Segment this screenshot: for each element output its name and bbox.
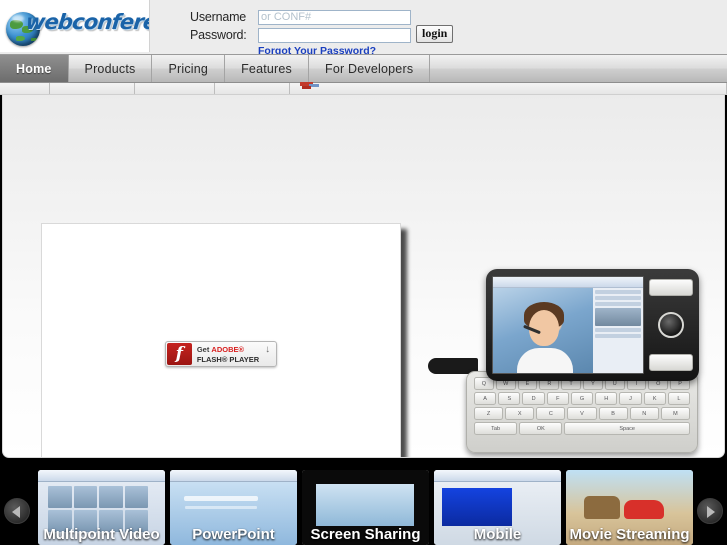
logo-wrap: webconference.com — [4, 4, 150, 48]
key: L — [667, 392, 690, 405]
keyboard-row-3: Z X C V B N M — [474, 407, 690, 420]
nav-item-for-developers[interactable]: For Developers — [309, 55, 431, 82]
carousel-caption: Mobile — [473, 526, 522, 543]
nav-item-features[interactable]: Features — [225, 55, 310, 82]
key: K — [643, 392, 666, 405]
key: N — [629, 407, 659, 420]
password-input[interactable] — [258, 27, 411, 43]
nav-item-home[interactable]: Home — [0, 55, 69, 82]
main-content-panel: Get ADOBE® FLASH® PLAYER ↓ Q W E R T Y U… — [2, 92, 725, 458]
secondary-nav-strip — [0, 83, 727, 95]
small-flag-icon — [300, 82, 319, 89]
screen-toolbar — [493, 277, 643, 288]
logo-text-web: web — [24, 10, 74, 34]
sidebar-line — [595, 328, 641, 332]
carousel-item-movie-streaming[interactable]: Movie Streaming — [566, 470, 693, 545]
screen-main — [493, 288, 643, 373]
key: H — [595, 392, 618, 405]
key: J — [619, 392, 642, 405]
phone-body — [486, 269, 699, 381]
username-label: Username — [190, 10, 247, 24]
soft-key-top — [649, 279, 693, 296]
sidebar-line — [595, 334, 641, 338]
phone-keyboard: Q W E R T Y U I O P A S D F G H J K L Z … — [466, 371, 698, 453]
nav-item-products[interactable]: Products — [69, 55, 153, 82]
key: D — [522, 392, 545, 405]
dpad-icon — [658, 312, 684, 338]
keyboard-row-4: Tab OK Space — [474, 422, 690, 435]
key-space: Space — [564, 422, 690, 435]
participant-body — [517, 348, 573, 373]
sidebar-line — [595, 290, 641, 294]
key: Tab — [474, 422, 518, 435]
subnav-cell-4 — [215, 83, 290, 94]
soft-key-bottom — [649, 354, 693, 371]
carousel-item-multipoint-video[interactable]: Multipoint Video — [38, 470, 165, 545]
flash-badge-line1: Get ADOBE® — [196, 345, 245, 354]
subnav-cell-5 — [290, 83, 727, 94]
username-row: Username — [190, 9, 460, 25]
main-navigation: Home Products Pricing Features For Devel… — [0, 54, 727, 83]
carousel-item-screen-sharing[interactable]: Screen Sharing — [302, 470, 429, 545]
key: Z — [474, 407, 504, 420]
video-conference-feed — [493, 288, 593, 373]
sidebar-line — [595, 302, 641, 306]
carousel-item-mobile[interactable]: Mobile — [434, 470, 561, 545]
key: S — [498, 392, 521, 405]
flash-logo-icon — [166, 343, 192, 365]
logo-text: webconference.com — [24, 10, 150, 34]
carousel-caption: Screen Sharing — [310, 526, 421, 543]
phone-side-keys — [649, 276, 693, 374]
password-label: Password: — [190, 28, 247, 42]
flash-player-placeholder: Get ADOBE® FLASH® PLAYER ↓ — [41, 223, 401, 457]
carousel-caption: Multipoint Video — [43, 526, 160, 543]
flash-badge-text: Get ADOBE® FLASH® PLAYER ↓ — [192, 343, 275, 365]
phone-screen — [492, 276, 644, 374]
key: C — [536, 407, 566, 420]
subnav-cell-1 — [0, 83, 50, 94]
key: A — [474, 392, 497, 405]
carousel-item-powerpoint[interactable]: PowerPoint — [170, 470, 297, 545]
carousel-prev-arrow-icon[interactable] — [4, 498, 30, 524]
key: OK — [519, 422, 563, 435]
subnav-cell-2 — [50, 83, 135, 94]
key: X — [505, 407, 535, 420]
nav-item-pricing[interactable]: Pricing — [152, 55, 226, 82]
carousel-caption: Movie Streaming — [569, 526, 690, 543]
nav-filler — [430, 55, 727, 82]
smartphone-illustration: Q W E R T Y U I O P A S D F G H J K L Z … — [428, 263, 703, 457]
site-header: webconference.com Username Password: For… — [0, 0, 727, 57]
login-button[interactable]: login — [416, 25, 454, 43]
key: F — [546, 392, 569, 405]
carousel-next-arrow-icon[interactable] — [697, 498, 723, 524]
logo[interactable]: webconference.com — [0, 0, 150, 52]
screen-sidebar — [593, 288, 643, 373]
get-flash-player-badge[interactable]: Get ADOBE® FLASH® PLAYER ↓ — [164, 341, 278, 367]
sidebar-thumbnail — [595, 308, 641, 326]
carousel-caption: PowerPoint — [192, 526, 275, 543]
flash-badge-line2: FLASH® PLAYER — [196, 354, 260, 364]
subnav-cell-3 — [135, 83, 215, 94]
username-input[interactable] — [258, 9, 411, 25]
key: V — [567, 407, 597, 420]
phone-reflection — [468, 453, 696, 457]
key: B — [598, 407, 628, 420]
feature-carousel: Multipoint Video PowerPoint Screen Shari… — [0, 462, 727, 545]
download-arrow-icon: ↓ — [265, 344, 271, 355]
sidebar-line — [595, 296, 641, 300]
logo-text-conference: conference — [71, 10, 150, 34]
keyboard-row-2: A S D F G H J K L — [474, 392, 690, 405]
key: M — [660, 407, 690, 420]
key: G — [570, 392, 594, 405]
